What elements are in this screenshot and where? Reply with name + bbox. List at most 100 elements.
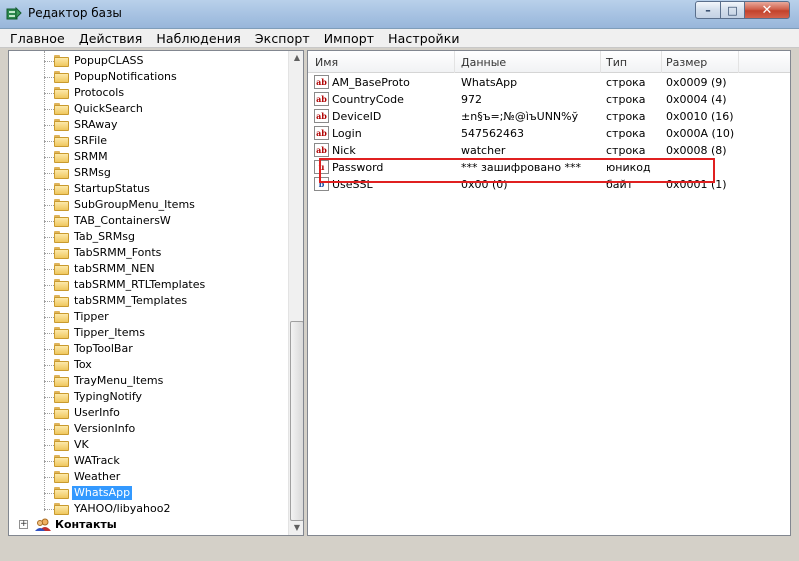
table-row[interactable]: ab Nick watcher строка 0x0008 (8) xyxy=(308,142,790,159)
tree-item[interactable]: SRAway xyxy=(9,117,279,133)
setting-name: DeviceID xyxy=(332,110,382,123)
client-area: PopupCLASS PopupNotifications Protocols Qui… xyxy=(0,48,799,561)
folder-icon xyxy=(54,263,69,275)
tree-item-label-selected: WhatsApp xyxy=(72,486,133,500)
tree-item-label: Tipper_Items xyxy=(74,326,145,339)
scroll-down-icon[interactable]: ▼ xyxy=(289,521,303,535)
tree-item[interactable]: Tab_SRMsg xyxy=(9,229,279,245)
table-row[interactable]: ab AM_BaseProto WhatsApp строка 0x0009 (9) xyxy=(308,74,790,91)
tree-item[interactable]: TabSRMM_Fonts xyxy=(9,245,279,261)
tree-item[interactable]: TAB_ContainersW xyxy=(9,213,279,229)
table-row[interactable]: ab CountryCode 972 строка 0x0004 (4) xyxy=(308,91,790,108)
tree-item-label: Weather xyxy=(74,470,121,483)
database-editor-icon xyxy=(6,6,22,20)
expand-icon[interactable]: + xyxy=(19,520,28,529)
tree-item-label: VersionInfo xyxy=(74,422,136,435)
tree-item-label: SubGroupMenu_Items xyxy=(74,198,195,211)
tree-item-label: SRMM xyxy=(74,150,108,163)
tree-item[interactable]: SubGroupMenu_Items xyxy=(9,197,279,213)
tree-item[interactable]: QuickSearch xyxy=(9,101,279,117)
menu-export[interactable]: Экспорт xyxy=(255,31,310,46)
tree-item-label: PopupCLASS xyxy=(74,54,144,67)
string-value-icon: ab xyxy=(314,75,329,89)
module-tree[interactable]: PopupCLASS PopupNotifications Protocols Qui… xyxy=(8,50,304,536)
setting-size: 0x0009 (9) xyxy=(666,76,727,89)
tree-item-label: VK xyxy=(74,438,89,451)
tree-item[interactable]: SRMM xyxy=(9,149,279,165)
table-row[interactable]: ab Login 547562463 строка 0x000A (10) xyxy=(308,125,790,142)
contacts-label: Контакты xyxy=(55,518,117,531)
window-title: Редактор базы xyxy=(28,6,122,20)
password-highlight-box xyxy=(319,158,715,183)
folder-icon xyxy=(54,135,69,147)
tree-item[interactable]: YAHOO/libyahoo2 xyxy=(9,501,279,517)
folder-icon xyxy=(54,247,69,259)
folder-icon xyxy=(54,327,69,339)
maximize-button[interactable]: □ xyxy=(720,1,745,19)
tree-item[interactable]: Tipper_Items xyxy=(9,325,279,341)
tree-item[interactable]: VK xyxy=(9,437,279,453)
tree-item[interactable]: TopToolBar xyxy=(9,341,279,357)
tree-item[interactable]: StartupStatus xyxy=(9,181,279,197)
tree-item-label: SRMsg xyxy=(74,166,111,179)
tree-item[interactable]: PopupCLASS xyxy=(9,53,279,69)
folder-icon xyxy=(54,295,69,307)
settings-list[interactable]: Имя Данные Тип Размер ab AM_BaseProto What… xyxy=(307,50,791,536)
folder-icon xyxy=(54,55,69,67)
tree-item[interactable]: VersionInfo xyxy=(9,421,279,437)
tree-item-label: WATrack xyxy=(74,454,120,467)
tree-item[interactable]: Tox xyxy=(9,357,279,373)
folder-icon xyxy=(54,71,69,83)
tree-item[interactable]: WATrack xyxy=(9,453,279,469)
tree-item[interactable]: tabSRMM_RTLTemplates xyxy=(9,277,279,293)
tree-item[interactable]: tabSRMM_Templates xyxy=(9,293,279,309)
folder-icon xyxy=(54,391,69,403)
menu-watches[interactable]: Наблюдения xyxy=(156,31,240,46)
tree-item-contacts[interactable]: + Контакты xyxy=(15,517,285,533)
menu-import[interactable]: Импорт xyxy=(324,31,374,46)
tree-item[interactable]: TrayMenu_Items xyxy=(9,373,279,389)
menu-main[interactable]: Главное xyxy=(10,31,65,46)
tree-item[interactable]: Tipper xyxy=(9,309,279,325)
tree-item[interactable]: SRMsg xyxy=(9,165,279,181)
tree-item[interactable]: TypingNotify xyxy=(9,389,279,405)
tree-item-label: Tox xyxy=(74,358,92,371)
string-value-icon: ab xyxy=(314,109,329,123)
tree-item[interactable]: SRFile xyxy=(9,133,279,149)
tree-item[interactable]: tabSRMM_NEN xyxy=(9,261,279,277)
tree-item[interactable]: UserInfo xyxy=(9,405,279,421)
menu-settings[interactable]: Настройки xyxy=(388,31,460,46)
tree-item-label: PopupNotifications xyxy=(74,70,177,83)
menu-bar: Главное Действия Наблюдения Экспорт Импо… xyxy=(0,29,799,48)
tree-item[interactable]: WhatsApp xyxy=(9,485,279,501)
title-bar: Редактор базы – □ ✕ xyxy=(0,0,799,29)
setting-data: watcher xyxy=(461,144,506,157)
tree-item-label: TAB_ContainersW xyxy=(74,214,171,227)
setting-type: строка xyxy=(606,144,646,157)
setting-size: 0x000A (10) xyxy=(666,127,735,140)
setting-data: WhatsApp xyxy=(461,76,518,89)
tree-item[interactable]: PopupNotifications xyxy=(9,69,279,85)
tree-item-label: SRFile xyxy=(74,134,108,147)
setting-size: 0x0008 (8) xyxy=(666,144,727,157)
scroll-up-icon[interactable]: ▲ xyxy=(289,51,303,65)
list-header: Имя Данные Тип Размер xyxy=(308,51,790,73)
tree-scrollbar[interactable]: ▲ ▼ xyxy=(288,51,303,535)
tree-item[interactable]: Weather xyxy=(9,469,279,485)
folder-icon xyxy=(54,311,69,323)
tree-scrollbar-thumb[interactable] xyxy=(290,321,303,521)
column-header-name[interactable]: Имя xyxy=(315,56,338,69)
column-header-type[interactable]: Тип xyxy=(606,56,627,69)
folder-icon xyxy=(54,119,69,131)
folder-icon xyxy=(54,423,69,435)
table-row[interactable]: ab DeviceID ±n§ъ=;№@ìъUNN%ў строка 0x0010 (1… xyxy=(308,108,790,125)
folder-icon xyxy=(54,103,69,115)
setting-name: Nick xyxy=(332,144,356,157)
menu-actions[interactable]: Действия xyxy=(79,31,143,46)
close-button[interactable]: ✕ xyxy=(744,1,790,19)
minimize-button[interactable]: – xyxy=(695,1,721,19)
column-header-size[interactable]: Размер xyxy=(666,56,707,69)
tree-item[interactable]: Protocols xyxy=(9,85,279,101)
setting-data: 972 xyxy=(461,93,482,106)
column-header-data[interactable]: Данные xyxy=(461,56,506,69)
